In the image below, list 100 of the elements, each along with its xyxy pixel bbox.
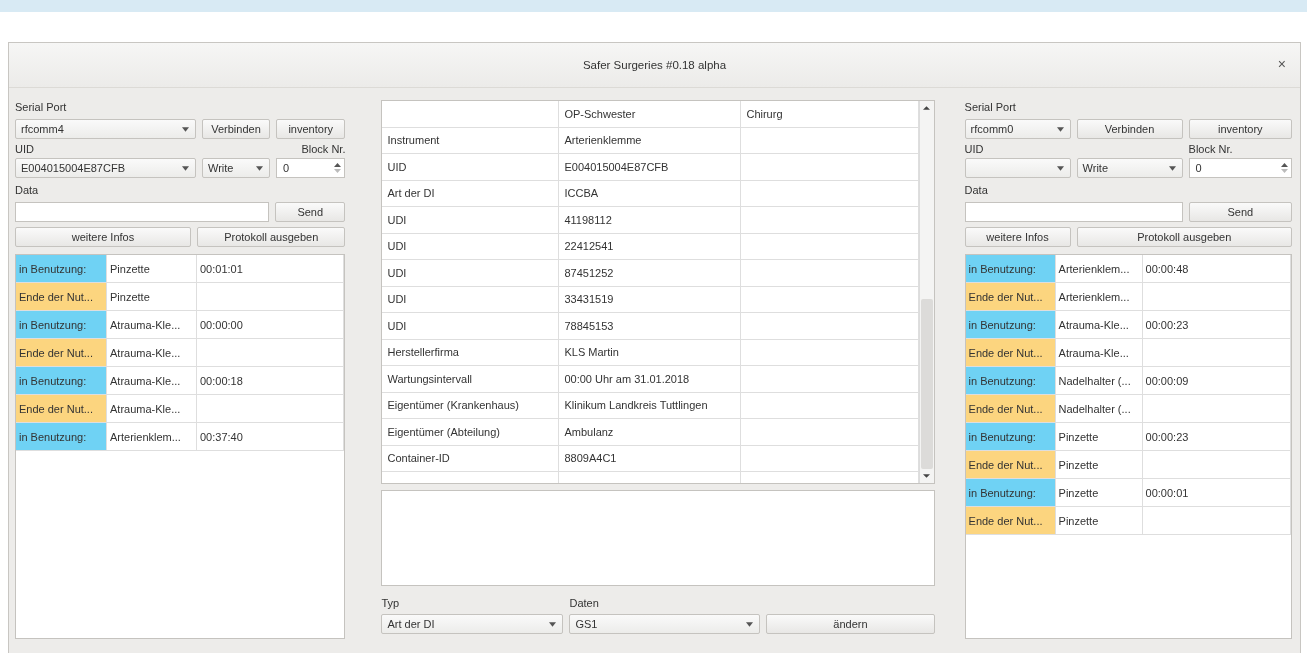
table-cell: 41198112	[559, 207, 742, 233]
data-label: Data	[15, 183, 40, 197]
time-cell: 00:00:23	[1142, 311, 1291, 338]
data-field[interactable]	[964, 202, 1183, 222]
block-label: Block Nr.	[1188, 142, 1234, 156]
window-title: Safer Surgeries #0.18 alpha	[582, 59, 727, 71]
time-cell: 00:00:23	[1142, 423, 1291, 450]
serial-port-label: Serial Port	[15, 100, 68, 114]
time-cell: 00:00:00	[197, 311, 345, 338]
text-area[interactable]	[381, 490, 935, 586]
mode-dropdown[interactable]: Write	[1076, 158, 1183, 178]
table-cell: 22412541	[559, 233, 742, 259]
caret-icon	[549, 621, 557, 627]
column-header: Chirurg	[741, 101, 919, 127]
table-cell: Instrument	[382, 127, 560, 153]
column-header: OP-Schwester	[559, 101, 742, 127]
inventory-button[interactable]: inventory	[276, 119, 346, 139]
instrument-cell: Atrauma-Kle...	[107, 367, 197, 394]
caret-icon	[182, 126, 189, 132]
uid-label: UID	[964, 142, 985, 156]
status-cell: Ende der Nut...	[16, 283, 107, 310]
status-cell: in Benutzung:	[16, 255, 107, 282]
send-button[interactable]: Send	[275, 202, 346, 222]
status-cell: in Benutzung:	[965, 479, 1056, 506]
data-field[interactable]	[15, 202, 269, 222]
spin-arrows-icon[interactable]	[334, 162, 342, 174]
instrument-cell: Nadelhalter (...	[1055, 367, 1143, 394]
status-cell: Ende der Nut...	[965, 507, 1056, 534]
caret-icon	[1056, 165, 1064, 171]
instrument-cell: Atrauma-Kle...	[107, 311, 197, 338]
block-label: Block Nr.	[300, 142, 346, 156]
instrument-cell: Pinzette	[1055, 423, 1143, 450]
scroll-down-icon[interactable]	[923, 473, 931, 479]
instrument-cell: Atrauma-Kle...	[1055, 339, 1143, 366]
log-button[interactable]: Protokoll ausgeben	[197, 227, 346, 247]
table-cell: UDI	[382, 313, 560, 339]
data-dropdown[interactable]: GS1	[569, 614, 761, 634]
table-cell: ICCBA	[559, 180, 742, 206]
type-dropdown[interactable]: Art der DI	[381, 614, 564, 634]
uid-dropdown[interactable]: E004015004E87CFB	[15, 158, 196, 178]
data-label: Data	[964, 183, 989, 197]
caret-icon	[746, 621, 754, 627]
connect-button[interactable]: Verbinden	[202, 119, 270, 139]
caret-icon	[182, 165, 189, 171]
time-cell: 00:00:18	[197, 367, 345, 394]
instrument-cell: Pinzette	[1055, 451, 1143, 478]
status-cell: in Benutzung:	[16, 367, 107, 394]
table-cell: 78845153	[559, 313, 742, 339]
instrument-cell: Pinzette	[107, 283, 197, 310]
table-cell: Arterienklemme	[559, 127, 742, 153]
instrument-cell: Atrauma-Kle...	[107, 339, 197, 366]
port-dropdown[interactable]: rfcomm0	[964, 119, 1071, 139]
table-cell: 00:00 Uhr am 31.01.2018	[559, 366, 742, 392]
uid-dropdown[interactable]	[964, 158, 1071, 178]
type-label: Typ	[381, 596, 401, 610]
close-button[interactable]: ×	[1273, 56, 1290, 72]
time-cell: 00:00:01	[1142, 479, 1291, 506]
instrument-cell: Atrauma-Kle...	[107, 395, 197, 422]
instrument-cell: Arterienklem...	[107, 423, 197, 450]
time-cell: 00:37:40	[197, 423, 345, 450]
send-button[interactable]: Send	[1188, 202, 1292, 222]
table-cell: Ambulanz	[559, 419, 742, 445]
caret-icon	[1056, 126, 1064, 132]
connect-button[interactable]: Verbinden	[1076, 119, 1183, 139]
table-cell: UID	[382, 154, 560, 180]
log-button[interactable]: Protokoll ausgeben	[1076, 227, 1292, 247]
time-cell: 00:01:01	[197, 255, 345, 282]
table-cell: UDI	[382, 233, 560, 259]
status-cell: in Benutzung:	[16, 311, 107, 338]
instrument-cell: Arterienklem...	[1055, 283, 1143, 310]
serial-port-label: Serial Port	[964, 100, 1017, 114]
info-button[interactable]: weitere Infos	[964, 227, 1071, 247]
table-cell: 87451252	[559, 260, 742, 286]
status-cell: in Benutzung:	[16, 423, 107, 450]
table-cell: 33431519	[559, 286, 742, 312]
instrument-cell: Pinzette	[1055, 479, 1143, 506]
port-dropdown[interactable]: rfcomm4	[15, 119, 196, 139]
table-cell: Art der DI	[382, 180, 560, 206]
time-cell: 00:00:09	[1142, 367, 1291, 394]
info-button[interactable]: weitere Infos	[15, 227, 191, 247]
caret-icon	[256, 165, 263, 171]
table-cell: Eigentümer (Krankenhaus)	[382, 392, 560, 418]
table-cell: Container-ID	[382, 445, 560, 471]
scroll-up-icon[interactable]	[923, 105, 931, 111]
spin-arrows-icon[interactable]	[1281, 162, 1288, 174]
change-button[interactable]: ändern	[766, 614, 935, 634]
mode-dropdown[interactable]: Write	[202, 158, 270, 178]
table-cell: Eigentümer (Abteilung)	[382, 419, 560, 445]
table-cell: KLS Martin	[559, 339, 742, 365]
instrument-cell: Nadelhalter (...	[1055, 395, 1143, 422]
inventory-button[interactable]: inventory	[1188, 119, 1292, 139]
table-cell: Wartungsintervall	[382, 366, 560, 392]
status-cell: Ende der Nut...	[965, 451, 1056, 478]
table-cell: UDI	[382, 260, 560, 286]
instrument-cell: Atrauma-Kle...	[1055, 311, 1143, 338]
status-cell: in Benutzung:	[965, 423, 1056, 450]
scroll-thumb[interactable]	[920, 299, 933, 469]
block-spinbox[interactable]: 0	[1188, 158, 1292, 178]
status-cell: Ende der Nut...	[965, 395, 1056, 422]
block-spinbox[interactable]: 0	[276, 158, 346, 178]
